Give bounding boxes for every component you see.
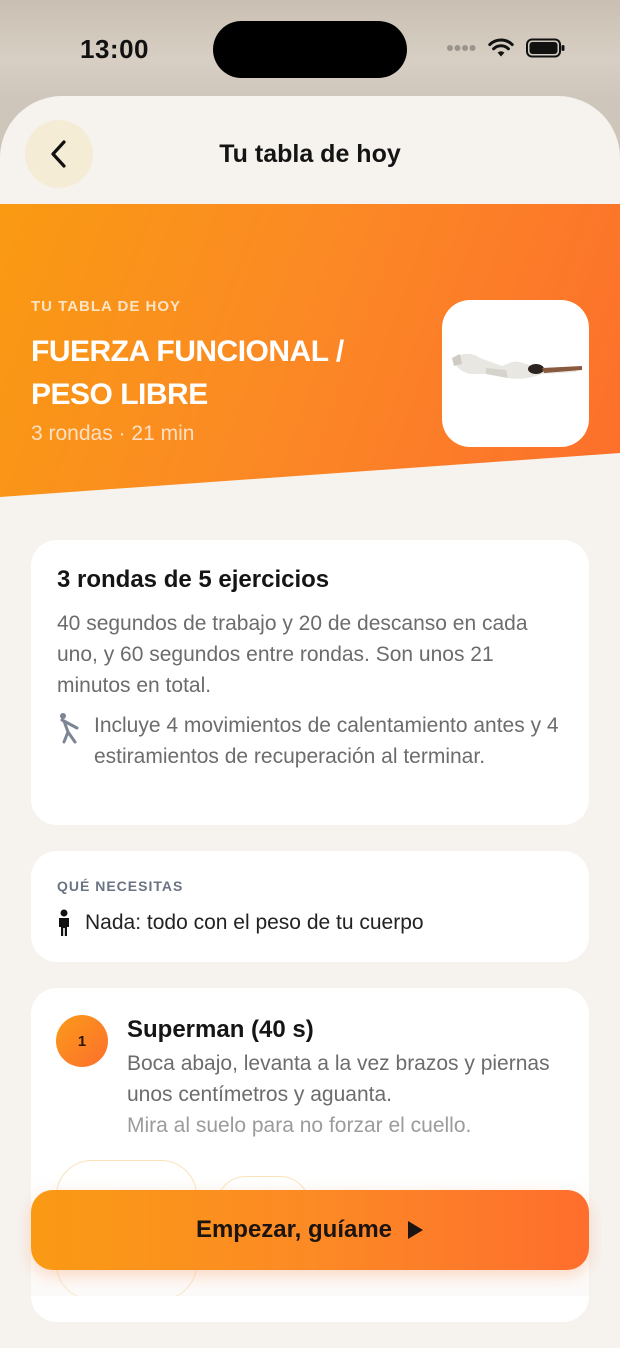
exercise-tip: Mira al suelo para no forzar el cuello. — [127, 1114, 472, 1137]
exercise-number-badge: 1 — [56, 1015, 108, 1067]
page-title: Tu tabla de hoy — [219, 140, 401, 168]
exercise-thumbnail — [442, 300, 589, 447]
hero-meta: 3 rondas · 21 min — [31, 422, 195, 445]
start-guided-button[interactable]: Empezar, guíame — [31, 1190, 589, 1270]
battery-icon — [526, 38, 565, 58]
hero-title: FUERZA FUNCIONAL / PESO LIBRE — [31, 335, 344, 411]
hero-banner: TU TABLA DE HOY FUERZA FUNCIONAL / PESO … — [0, 204, 620, 497]
superman-pose-illustration — [451, 353, 582, 379]
card-bottom-edge — [31, 1296, 589, 1322]
equipment-label: QUÉ NECESITAS — [57, 878, 184, 894]
signal-dots-icon — [447, 45, 476, 51]
equipment-card: QUÉ NECESITAS Nada: todo con el peso de … — [31, 851, 589, 962]
equipment-text: Nada: todo con el peso de tu cuerpo — [85, 911, 424, 934]
stretching-person-icon — [57, 712, 81, 749]
exercise-description: Boca abajo, levanta a la vez brazos y pi… — [127, 1052, 550, 1106]
summary-description: 40 segundos de trabajo y 20 de descanso … — [57, 612, 528, 697]
status-time: 13:00 — [80, 34, 149, 64]
summary-card: 3 rondas de 5 ejercicios 40 segundos de … — [31, 540, 589, 825]
summary-title: 3 rondas de 5 ejercicios — [57, 566, 330, 593]
hero-kicker: TU TABLA DE HOY — [31, 298, 181, 315]
exercise-title: Superman (40 s) — [127, 1016, 314, 1043]
modal-sheet: Tu tabla de hoy TU TABLA DE HOY FUERZA F… — [0, 96, 620, 1348]
play-icon — [408, 1221, 424, 1239]
start-guided-label: Empezar, guíame — [195, 1216, 393, 1243]
dynamic-island — [213, 21, 407, 78]
nav-bar: Tu tabla de hoy — [0, 96, 620, 204]
status-icons — [446, 38, 566, 58]
wifi-icon — [488, 38, 514, 57]
status-bar: 13:00 — [0, 0, 620, 100]
warmup-note: Incluye 4 movimientos de calentamiento a… — [94, 714, 559, 768]
person-icon — [57, 909, 71, 942]
